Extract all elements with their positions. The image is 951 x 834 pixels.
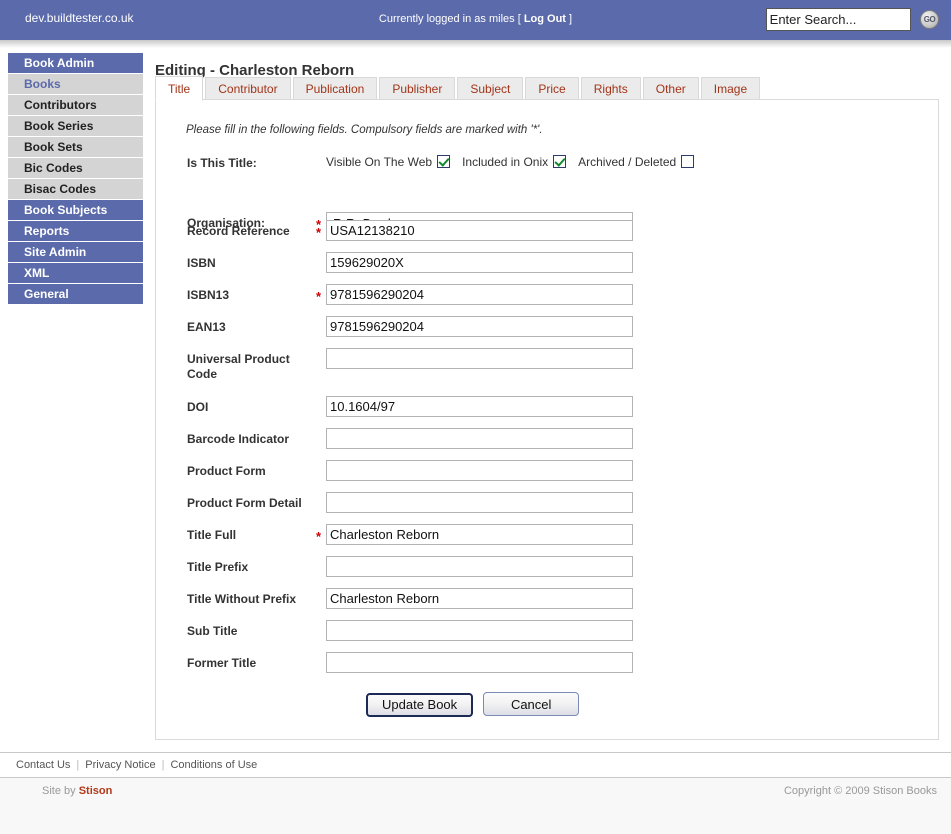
sidebar-item-book-series[interactable]: Book Series bbox=[8, 116, 143, 136]
search-input[interactable] bbox=[765, 8, 911, 31]
universal-product-code-label: Universal Product Code bbox=[187, 352, 290, 381]
sidebar-item-site-admin[interactable]: Site Admin bbox=[8, 242, 143, 262]
doi-label: DOI bbox=[187, 400, 209, 414]
title-full-required-star: * bbox=[316, 529, 322, 544]
content-panel: Please fill in the following fields. Com… bbox=[155, 99, 939, 740]
tab-contributor[interactable]: Contributor bbox=[205, 77, 291, 101]
isbn13-required-star: * bbox=[316, 289, 322, 304]
form-actions: Update Book Cancel bbox=[156, 692, 940, 717]
checkbox-label-visible-on-the-web: Visible On The Web bbox=[326, 154, 433, 169]
sidebar-item-general[interactable]: General bbox=[8, 284, 143, 304]
search-area: GO bbox=[765, 8, 939, 32]
isbn-label: ISBN bbox=[187, 256, 216, 270]
sidebar-item-reports[interactable]: Reports bbox=[8, 221, 143, 241]
footer-link-privacy-notice[interactable]: Privacy Notice bbox=[85, 759, 155, 771]
sidebar-item-book-sets[interactable]: Book Sets bbox=[8, 137, 143, 157]
tab-price[interactable]: Price bbox=[525, 77, 579, 101]
record-reference-label: Record Reference bbox=[187, 224, 290, 238]
universal-product-code-input[interactable] bbox=[326, 348, 633, 369]
barcode-indicator-input[interactable] bbox=[326, 428, 633, 449]
footer-link-contact-us[interactable]: Contact Us bbox=[16, 759, 70, 771]
sidebar: Book Admin Books Contributors Book Series Bo… bbox=[8, 53, 143, 305]
tab-rights[interactable]: Rights bbox=[580, 77, 641, 101]
sidebar-item-bisac-codes[interactable]: Bisac Codes bbox=[8, 179, 143, 199]
title-full-label: Title Full bbox=[187, 528, 237, 542]
checkbox-included-in-onix[interactable] bbox=[553, 155, 567, 169]
login-status-prefix: Currently logged in as miles [ bbox=[378, 13, 524, 25]
sub-title-input[interactable] bbox=[326, 620, 633, 641]
sidebar-item-xml[interactable]: XML bbox=[8, 263, 143, 283]
checkbox-visible-on-the-web[interactable] bbox=[437, 155, 451, 169]
footer-link-conditions-of-use[interactable]: Conditions of Use bbox=[170, 759, 257, 771]
product-form-detail-input[interactable] bbox=[326, 492, 633, 513]
title-prefix-label: Title Prefix bbox=[187, 560, 249, 574]
footer-link-separator: | bbox=[161, 759, 165, 771]
checkbox-archived-deleted[interactable] bbox=[681, 155, 695, 169]
ean13-label: EAN13 bbox=[187, 320, 226, 334]
copyright-label: Copyright © 2009 Stison Books bbox=[783, 785, 937, 797]
footer-links: Contact Us | Privacy Notice | Conditions of … bbox=[16, 759, 257, 771]
header-shadow bbox=[0, 40, 951, 48]
update-book-button[interactable]: Update Book bbox=[366, 692, 474, 717]
former-title-input[interactable] bbox=[326, 652, 633, 673]
tab-publisher[interactable]: Publisher bbox=[379, 77, 456, 101]
is-this-title-checkbox-group: Visible On The Web Included in Onix Archiv… bbox=[326, 154, 695, 169]
isbn13-input[interactable] bbox=[326, 284, 633, 305]
isbn-input[interactable] bbox=[326, 252, 633, 273]
product-form-input[interactable] bbox=[326, 460, 633, 481]
cancel-button[interactable]: Cancel bbox=[483, 692, 580, 716]
former-title-label: Former Title bbox=[187, 656, 257, 670]
footer-divider-top bbox=[0, 752, 951, 753]
sidebar-item-contributors[interactable]: Contributors bbox=[8, 95, 143, 115]
login-status-suffix: ] bbox=[565, 13, 573, 25]
logout-link[interactable]: Log Out bbox=[524, 13, 566, 25]
ean13-input[interactable] bbox=[326, 316, 633, 337]
sidebar-item-book-admin[interactable]: Book Admin bbox=[8, 53, 143, 73]
isbn13-label: ISBN13 bbox=[187, 288, 230, 302]
search-go-button[interactable]: GO bbox=[920, 10, 939, 29]
checkbox-label-included-in-onix: Included in Onix bbox=[462, 154, 549, 169]
product-form-label: Product Form bbox=[187, 464, 266, 478]
form-row-universal-product-code: Universal Product Code bbox=[156, 348, 940, 400]
footer-link-separator: | bbox=[76, 759, 80, 771]
product-form-detail-label: Product Form Detail bbox=[187, 496, 302, 510]
site-by-credit: Site by Stison bbox=[42, 785, 112, 797]
sub-title-label: Sub Title bbox=[187, 624, 238, 638]
title-full-input[interactable] bbox=[326, 524, 633, 545]
doi-input[interactable] bbox=[326, 396, 633, 417]
form-row-former-title: Former Title bbox=[156, 652, 940, 688]
form-instructions: Please fill in the following fields. Com… bbox=[186, 124, 543, 136]
sidebar-item-book-subjects[interactable]: Book Subjects bbox=[8, 200, 143, 220]
checkbox-label-archived-deleted: Archived / Deleted bbox=[578, 154, 677, 169]
form-row-is-this-title: Is This Title: Visible On The Web Include… bbox=[156, 154, 940, 182]
tab-image[interactable]: Image bbox=[700, 77, 761, 101]
barcode-indicator-label: Barcode Indicator bbox=[187, 432, 290, 446]
sidebar-item-books[interactable]: Books bbox=[8, 74, 143, 94]
tab-publication[interactable]: Publication bbox=[292, 77, 378, 101]
title-without-prefix-input[interactable] bbox=[326, 588, 633, 609]
is-this-title-label: Is This Title: bbox=[187, 156, 257, 170]
book-title-form: Is This Title: Visible On The Web Include… bbox=[156, 154, 940, 673]
record-reference-required-star: * bbox=[316, 225, 322, 240]
tab-bar: Title Contributor Publication Publisher Subj… bbox=[155, 76, 762, 101]
top-bar: dev.buildtester.co.uk Currently logged i… bbox=[0, 0, 951, 40]
tab-other[interactable]: Other bbox=[642, 77, 699, 101]
sidebar-item-bic-codes[interactable]: Bic Codes bbox=[8, 158, 143, 178]
title-prefix-input[interactable] bbox=[326, 556, 633, 577]
tab-title[interactable]: Title bbox=[155, 76, 204, 101]
site-by-prefix: Site by bbox=[42, 785, 79, 797]
stison-link[interactable]: Stison bbox=[79, 785, 113, 797]
title-without-prefix-label: Title Without Prefix bbox=[187, 592, 297, 606]
tab-subject[interactable]: Subject bbox=[457, 77, 524, 101]
record-reference-input[interactable] bbox=[326, 220, 633, 241]
